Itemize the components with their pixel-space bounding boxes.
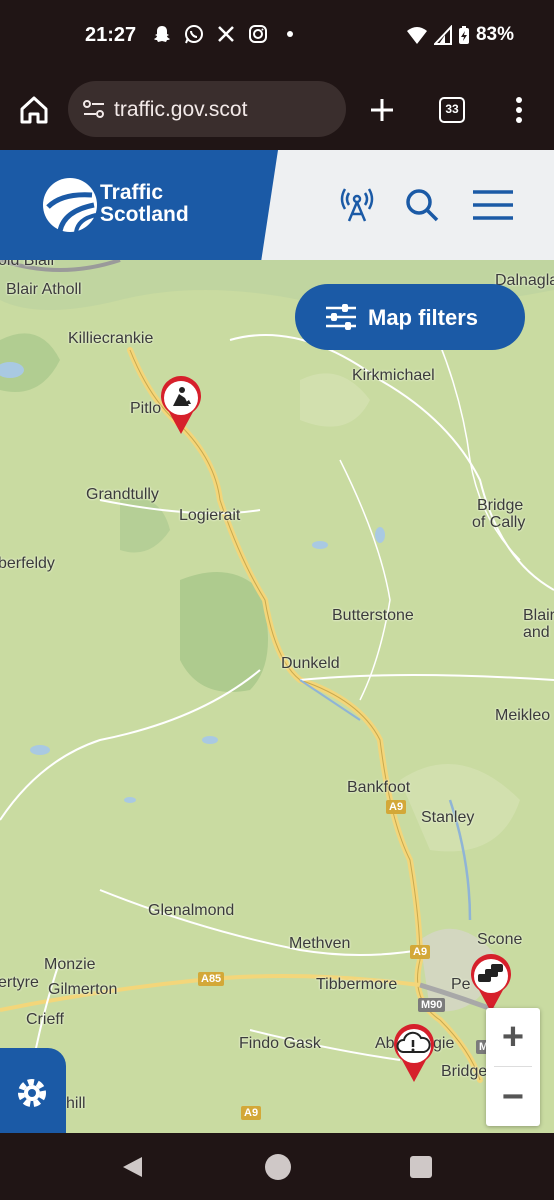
site-logo[interactable]: Traffic Scotland: [0, 150, 260, 260]
instagram-icon: [248, 24, 268, 44]
roadworks-marker[interactable]: [159, 376, 203, 441]
place-label: gie: [433, 1035, 455, 1052]
place-label: of Cally: [472, 514, 526, 531]
status-time: 21:27: [85, 24, 137, 46]
place-label: Blair Atholl: [6, 281, 82, 298]
place-label: Scone: [477, 931, 523, 948]
road-number: A9: [241, 1106, 262, 1120]
system-nav-bar: [0, 1133, 554, 1200]
recents-icon[interactable]: [409, 1155, 433, 1179]
place-label: Logierait: [179, 507, 241, 524]
gear-icon: [18, 1079, 46, 1107]
traffic-scotland-logo-icon: [43, 178, 97, 233]
zoom-divider: [494, 1066, 532, 1067]
new-tab-icon[interactable]: [369, 97, 395, 123]
place-label: old Blair: [0, 260, 56, 269]
zoom-in-button[interactable]: +: [486, 1008, 540, 1066]
place-label: Kirkmichael: [352, 367, 435, 384]
place-label: Dunkeld: [281, 655, 340, 672]
live-feed-icon[interactable]: [339, 187, 375, 223]
wifi-icon: [406, 27, 427, 44]
url-text: traffic.gov.scot: [114, 98, 248, 121]
place-label: Findo Gask: [239, 1035, 321, 1052]
road-number: A9: [386, 800, 407, 814]
place-label: ertyre: [0, 974, 39, 991]
battery-icon: [458, 26, 469, 44]
place-label: Killiecrankie: [68, 330, 154, 347]
place-label: Tibbermore: [316, 976, 398, 993]
home-icon[interactable]: [19, 95, 49, 125]
weather-warning-marker[interactable]: [392, 1024, 436, 1089]
status-bar: 21:27 83%: [0, 0, 554, 70]
home-nav-icon[interactable]: [264, 1153, 292, 1181]
logo-line2: Scotland: [100, 203, 189, 226]
place-label: Glenalmond: [148, 902, 235, 919]
settings-button[interactable]: [0, 1048, 66, 1136]
signal-icon: [433, 25, 452, 45]
dot-icon: [280, 24, 300, 44]
place-label: Bridge: [477, 497, 524, 514]
search-icon[interactable]: [405, 188, 439, 222]
battery-level: 83%: [475, 24, 514, 45]
place-label: Methven: [289, 935, 351, 952]
zoom-out-button[interactable]: −: [486, 1068, 540, 1126]
x-icon: [216, 24, 236, 44]
site-header: Traffic Scotland: [0, 150, 554, 260]
hamburger-menu-icon[interactable]: [472, 190, 514, 220]
notification-icons: [152, 24, 300, 44]
site-settings-icon[interactable]: [82, 98, 106, 120]
place-label: Monzie: [44, 956, 96, 973]
map-filters-label: Map filters: [368, 305, 479, 330]
place-label: hill: [66, 1095, 86, 1112]
road-number: A85: [198, 972, 225, 986]
tab-switcher-button[interactable]: 33: [439, 97, 465, 123]
place-label: Stanley: [421, 809, 475, 826]
place-label: Grandtully: [86, 486, 159, 503]
place-label: Pitlo: [130, 400, 162, 417]
snapchat-icon: [152, 24, 172, 44]
browser-toolbar: traffic.gov.scot 33: [0, 70, 554, 150]
more-menu-icon[interactable]: [514, 97, 524, 123]
tab-count: 33: [445, 102, 459, 116]
place-label: Blair: [523, 607, 554, 624]
place-label: Bankfoot: [347, 779, 411, 796]
road-number: A9: [410, 945, 431, 959]
whatsapp-icon: [184, 24, 204, 44]
place-label: Gilmerton: [48, 981, 118, 998]
map-filters-button[interactable]: Map filters: [295, 284, 525, 350]
status-right: 83%: [406, 24, 514, 46]
zoom-controls: + −: [486, 1008, 540, 1126]
logo-text: Traffic Scotland: [100, 182, 189, 226]
place-label: Pe: [451, 976, 471, 993]
address-bar[interactable]: traffic.gov.scot: [68, 81, 346, 137]
back-icon[interactable]: [120, 1155, 144, 1179]
place-label: Bridge: [441, 1063, 488, 1080]
sliders-icon: [326, 304, 356, 330]
place-label: Crieff: [26, 1011, 64, 1028]
place-label: Meikleo: [495, 707, 551, 724]
place-label: and: [523, 624, 550, 641]
place-label: berfeldy: [0, 555, 55, 572]
place-label: Butterstone: [332, 607, 414, 624]
road-number: M90: [418, 998, 446, 1012]
logo-line1: Traffic: [100, 181, 164, 204]
